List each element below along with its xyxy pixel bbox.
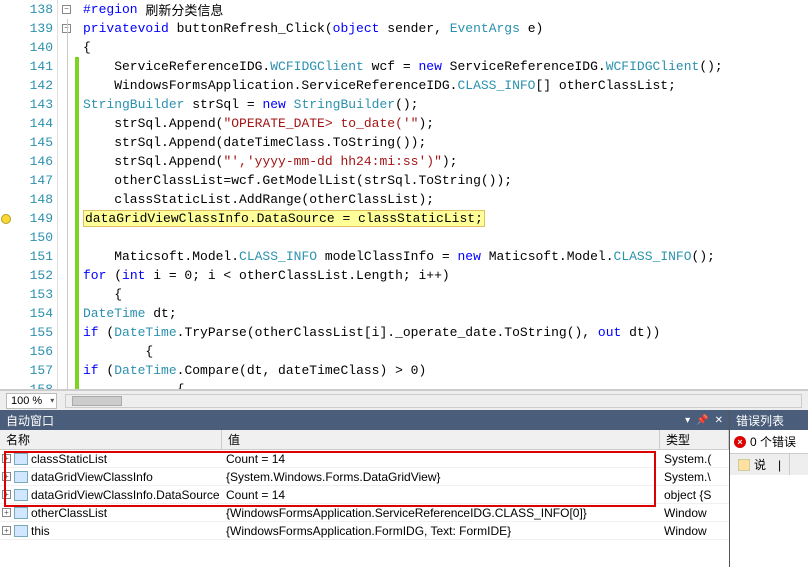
table-row[interactable]: +dataGridViewClassInfo.DataSource Count … (0, 486, 729, 504)
editor-status-bar: 100 % (0, 390, 808, 410)
col-type[interactable]: 类型 (660, 430, 729, 449)
fold-gutter: − − (58, 0, 75, 389)
code-area[interactable]: #region 刷新分类信息 private void buttonRefres… (79, 0, 808, 389)
error-count-row[interactable]: × 0 个错误 (730, 430, 808, 453)
table-row[interactable]: +this {WindowsFormsApplication.FormIDG, … (0, 522, 729, 540)
dropdown-icon[interactable]: ▾ (685, 415, 690, 426)
line-number: 158 (0, 380, 57, 390)
line-number: 146 (0, 152, 57, 171)
error-list-panel: 错误列表 × 0 个错误 说 | (730, 410, 808, 567)
line-number: 140 (0, 38, 57, 57)
error-list-tabs: 说 | (730, 453, 808, 475)
line-number: 139 (0, 19, 57, 38)
line-number: 151 (0, 247, 57, 266)
line-number-gutter: 138 139 140 141 142 143 144 145 146 147 … (0, 0, 58, 389)
bottom-panels: 自动窗口 ▾ 📌 ✕ 名称 值 类型 +classStaticList Coun… (0, 410, 808, 567)
autos-panel: 自动窗口 ▾ 📌 ✕ 名称 值 类型 +classStaticList Coun… (0, 410, 730, 567)
line-number: 138 (0, 0, 57, 19)
scroll-thumb[interactable] (72, 396, 122, 406)
line-number: 152 (0, 266, 57, 285)
fold-toggle[interactable]: − (62, 5, 71, 14)
variable-icon (14, 507, 28, 519)
horizontal-scrollbar[interactable] (65, 394, 802, 408)
zoom-combo[interactable]: 100 % (6, 393, 57, 409)
line-number: 157 (0, 361, 57, 380)
line-number: 147 (0, 171, 57, 190)
line-number: 142 (0, 76, 57, 95)
line-number: 156 (0, 342, 57, 361)
tab-icon (738, 459, 750, 471)
table-row[interactable]: +otherClassList {WindowsFormsApplication… (0, 504, 729, 522)
line-number: 153 (0, 285, 57, 304)
line-number: 144 (0, 114, 57, 133)
line-number: 143 (0, 95, 57, 114)
expand-icon[interactable]: + (2, 472, 11, 481)
line-number: 145 (0, 133, 57, 152)
error-list-title: 错误列表 (736, 412, 784, 429)
expand-icon[interactable]: + (2, 526, 11, 535)
line-number: 150 (0, 228, 57, 247)
col-value[interactable]: 值 (222, 430, 660, 449)
line-number: 148 (0, 190, 57, 209)
highlighted-statement: dataGridViewClassInfo.DataSource = class… (83, 210, 485, 227)
autos-panel-header[interactable]: 自动窗口 ▾ 📌 ✕ (0, 410, 729, 430)
line-number: 141 (0, 57, 57, 76)
close-icon[interactable]: ✕ (715, 415, 723, 426)
expand-icon[interactable]: + (2, 490, 11, 499)
variable-icon (14, 453, 28, 465)
table-row[interactable]: +dataGridViewClassInfo {System.Windows.F… (0, 468, 729, 486)
variable-icon (14, 489, 28, 501)
expand-icon[interactable]: + (2, 454, 11, 463)
tab-description[interactable]: 说 | (730, 454, 790, 475)
line-number: 154 (0, 304, 57, 323)
error-list-header[interactable]: 错误列表 (730, 410, 808, 430)
autos-grid-header: 名称 值 类型 (0, 430, 729, 450)
error-icon: × (734, 436, 746, 448)
table-row[interactable]: +classStaticList Count = 14System.( (0, 450, 729, 468)
autos-grid-body[interactable]: +classStaticList Count = 14System.( +dat… (0, 450, 729, 567)
pin-icon[interactable]: 📌 (696, 415, 708, 426)
autos-title: 自动窗口 (6, 412, 54, 429)
col-name[interactable]: 名称 (0, 430, 222, 449)
line-number: 149 (0, 209, 57, 228)
variable-icon (14, 471, 28, 483)
line-number: 155 (0, 323, 57, 342)
expand-icon[interactable]: + (2, 508, 11, 517)
code-editor[interactable]: 138 139 140 141 142 143 144 145 146 147 … (0, 0, 808, 390)
breakpoint-icon[interactable] (1, 214, 11, 224)
variable-icon (14, 525, 28, 537)
